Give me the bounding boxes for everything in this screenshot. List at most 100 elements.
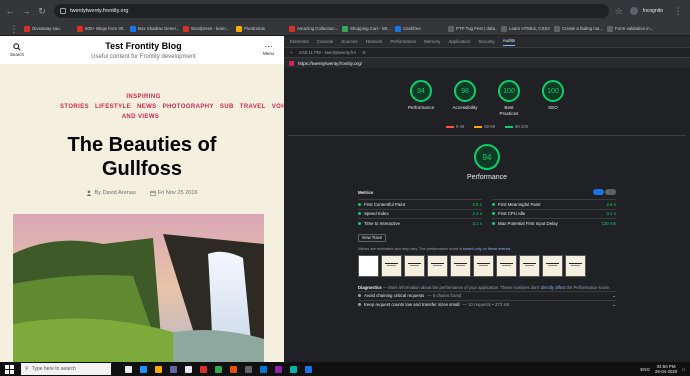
app-icon[interactable] — [290, 365, 297, 373]
audit-row[interactable]: Avoid chaining critical requests — 5 chai… — [358, 290, 616, 300]
windows-start-icon[interactable] — [3, 364, 15, 374]
back-icon[interactable]: ← — [4, 5, 16, 17]
bookmark-icon — [607, 25, 613, 32]
browser-toolbar: ← → ↻ twentytwenty.frontity.org ☆ Incogn… — [0, 0, 690, 22]
visual-studio-icon[interactable] — [275, 365, 282, 373]
directly-affect-link[interactable]: directly affect — [541, 285, 566, 290]
bookmark-item[interactable]: Box Shadow Gener... — [130, 25, 179, 32]
devtools-tab[interactable]: Performance — [390, 39, 416, 44]
chrome-icon[interactable] — [200, 365, 207, 373]
metrics-view-toggle[interactable] — [593, 189, 616, 195]
bookmark-item[interactable]: PlusExtras — [236, 25, 285, 32]
category-link[interactable]: SUB — [220, 104, 234, 110]
metric-name-wrap: First CPU Idle — [492, 211, 525, 216]
star-icon[interactable]: ☆ — [613, 5, 625, 17]
post-title[interactable]: The Beauties of Gullfoss — [0, 133, 284, 181]
clear-icon[interactable]: ⊘ — [362, 50, 366, 56]
mail-icon[interactable] — [185, 365, 192, 373]
lock-icon — [60, 8, 66, 14]
profile-label[interactable]: Incognito — [643, 8, 663, 14]
apps-icon[interactable]: ⋮ — [8, 23, 20, 35]
metrics-note-link[interactable]: based only on these metrics — [463, 247, 510, 251]
address-bar[interactable]: twentytwenty.frontity.org — [54, 4, 609, 18]
bookmark-item[interactable]: Wordpress - learn... — [183, 25, 232, 32]
legend-item: 90-100 — [505, 124, 528, 129]
category-score[interactable]: 100 SEO — [540, 80, 566, 116]
bookmark-item[interactable]: Amazing Collection... — [289, 25, 338, 32]
calculator-icon[interactable] — [245, 365, 252, 373]
category-link[interactable]: TRAVEL — [240, 104, 266, 110]
devtools-tab[interactable]: Network — [366, 39, 383, 44]
bookmark-label: PTP Tug Fest | dafa... — [456, 26, 497, 31]
site-title[interactable]: Test Frontity Blog — [91, 41, 196, 51]
metric-value: 3.1 s — [606, 211, 616, 217]
bookmark-item[interactable]: Shopping Cart - Wr... — [342, 25, 391, 32]
bookmark-item[interactable]: 500+ Blogs from 30... — [77, 25, 126, 32]
bookmark-icon — [24, 25, 30, 32]
bookmark-label: 500+ Blogs from 30... — [85, 26, 126, 31]
category-link[interactable]: NEWS — [137, 104, 157, 110]
filmstrip-frame — [473, 254, 494, 277]
sublime-icon[interactable] — [215, 365, 222, 373]
bookmark-icon — [77, 25, 83, 32]
audit-name-wrap: Avoid chaining critical requests — 5 chai… — [358, 293, 461, 298]
category-score[interactable]: 100 Best Practices — [496, 80, 522, 116]
devtools-tab[interactable]: Sources — [341, 39, 358, 44]
audits-toolbar: + 4:56:11 PM - twentytwenty.fro ⊘ — [284, 48, 690, 58]
category-link[interactable]: PHOTOGRAPHY — [163, 104, 214, 110]
forward-icon[interactable]: → — [20, 5, 32, 17]
audited-url[interactable]: https://twentytwenty.frontity.org/ — [298, 61, 362, 66]
audit-run-select[interactable]: 4:56:11 PM - twentytwenty.fro — [299, 50, 356, 55]
vscode-icon[interactable] — [260, 365, 267, 373]
bookmark-item[interactable]: Cashfree — [395, 25, 444, 32]
post-author[interactable]: By David Arenas — [94, 190, 135, 196]
kebab-menu-icon[interactable]: ⋮ — [672, 5, 684, 17]
chevron-down-icon[interactable]: ⌄ — [612, 293, 616, 299]
taskbar-apps — [125, 365, 312, 373]
category-score[interactable]: 98 Accessibility — [452, 80, 478, 116]
menu-toggle[interactable]: ⋯ Menu — [263, 43, 274, 57]
devtools-tab[interactable]: Audits — [502, 38, 516, 46]
devtools-tab[interactable]: Memory — [424, 39, 440, 44]
task-view-icon[interactable] — [125, 365, 132, 373]
metric-row: First CPU Idle 3.1 s — [492, 208, 616, 219]
bookmark-item[interactable]: Form validation in... — [607, 25, 656, 32]
chevron-down-icon[interactable]: ⌄ — [612, 302, 616, 308]
terminal-icon[interactable] — [305, 365, 312, 373]
firefox-icon[interactable] — [230, 365, 237, 373]
diagnostics-title: Diagnostics — [358, 284, 382, 290]
category-link[interactable]: LIFESTYLE — [95, 104, 131, 110]
folder-icon[interactable] — [155, 365, 162, 373]
audit-row[interactable]: Keep request counts low and transfer siz… — [358, 299, 616, 309]
bookmark-item[interactable]: Giveaway sau: — [24, 25, 73, 32]
legend-item: 50-89 — [474, 124, 495, 129]
add-icon[interactable]: + — [290, 50, 293, 55]
edge-icon[interactable] — [140, 365, 147, 373]
clock[interactable]: 04:56 PM 25-04-2020 — [655, 364, 677, 374]
devtools-tab[interactable]: Application — [448, 39, 470, 44]
reload-icon[interactable]: ↻ — [36, 5, 48, 17]
bookmark-item[interactable]: Create a fading ma... — [554, 25, 603, 32]
category-scores: 94 Performance 98 Accessibility 100 Best Prac… — [284, 80, 690, 116]
store-icon[interactable] — [170, 365, 177, 373]
view-trace-button[interactable]: View Trace — [358, 233, 386, 242]
language-indicator[interactable]: ENG — [640, 367, 650, 372]
devtools-tabs: Elements Console Sources Network Performance… — [284, 36, 690, 48]
calendar-icon — [150, 190, 156, 196]
search-toggle[interactable]: Search — [10, 43, 24, 57]
bookmark-item[interactable]: PTP Tug Fest | dafa... — [448, 25, 497, 32]
bookmark-label: Shopping Cart - Wr... — [350, 26, 391, 31]
windows-taskbar: ⚲ Type here to search ENG 04:56 PM 25-04… — [0, 362, 690, 376]
devtools-tab[interactable]: Security — [478, 39, 494, 44]
compact-view-icon[interactable] — [593, 189, 604, 195]
audit-dot-icon — [358, 303, 361, 306]
filmstrip-frame — [358, 254, 379, 277]
expanded-view-icon[interactable] — [605, 189, 616, 195]
taskbar-search[interactable]: ⚲ Type here to search — [21, 363, 111, 375]
bookmark-item[interactable]: Learn HTML5, CSS3,... — [501, 25, 550, 32]
category-score[interactable]: 94 Performance — [408, 80, 434, 116]
notification-icon[interactable]: □ — [682, 367, 685, 372]
bookmark-label: Learn HTML5, CSS3,... — [509, 26, 550, 31]
devtools-tab[interactable]: Console — [317, 39, 334, 44]
devtools-tab[interactable]: Elements — [290, 39, 309, 44]
